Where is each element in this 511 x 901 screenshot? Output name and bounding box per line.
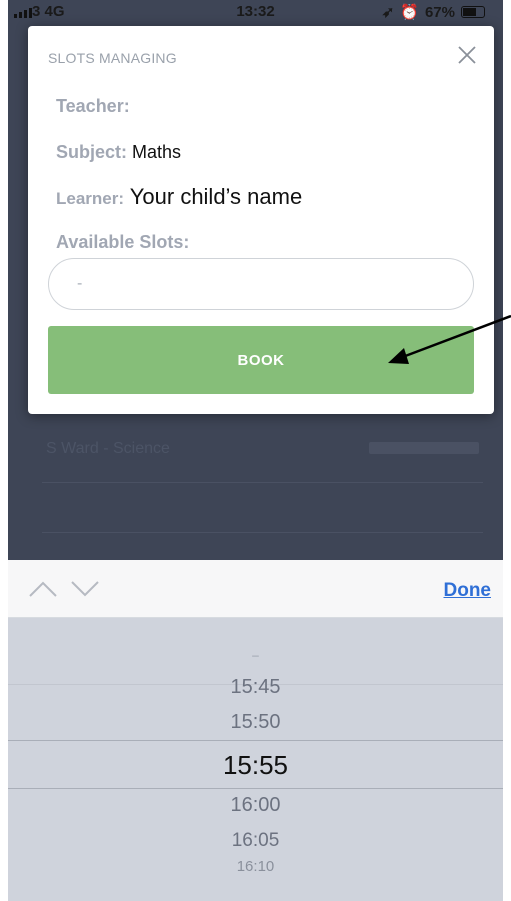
alarm-icon: ⏰ — [400, 4, 419, 21]
background-list-item: S Ward - Science — [46, 440, 170, 457]
book-button[interactable]: BOOK — [48, 326, 474, 394]
available-slots-row: Available Slots: — [56, 232, 189, 253]
available-slots-label: Available Slots: — [56, 232, 190, 252]
picker-item-selected[interactable]: 15:55 — [8, 750, 503, 781]
close-icon[interactable] — [456, 44, 478, 66]
subject-row: Subject: Maths — [56, 142, 181, 163]
slot-select-value: - — [77, 275, 83, 292]
learner-row: Learner: Your child’s name — [56, 184, 302, 210]
divider — [42, 482, 483, 483]
chevron-down-icon[interactable] — [70, 580, 100, 598]
slot-select-input[interactable]: - — [48, 258, 474, 310]
learner-label: Learner: — [56, 189, 125, 208]
modal-title: SLOTS MANAGING — [48, 50, 177, 66]
battery-icon — [461, 6, 485, 18]
picker-item[interactable]: 16:00 — [8, 794, 503, 817]
status-bar: 3 4G 13:32 ➶ ⏰ 67% — [8, 0, 503, 28]
location-icon: ➶ — [381, 4, 395, 21]
teacher-row: Teacher: — [56, 96, 130, 117]
teacher-label: Teacher: — [56, 96, 130, 116]
picker-item[interactable]: 15:50 — [8, 711, 503, 734]
time-picker-wheel[interactable]: – 15:45 15:50 15:55 16:00 16:05 16:10 — [8, 618, 503, 901]
subject-value: Maths — [132, 142, 182, 162]
subject-label: Subject: — [56, 142, 128, 162]
divider — [42, 532, 483, 533]
picker-item[interactable]: 15:45 — [8, 676, 503, 699]
slots-modal: SLOTS MANAGING Teacher: Subject: Maths L… — [28, 26, 494, 414]
picker-toolbar: Done — [8, 560, 503, 618]
picker-selection-line — [8, 788, 503, 789]
picker-item[interactable]: 16:10 — [8, 858, 503, 875]
learner-value: Your child’s name — [129, 184, 303, 209]
done-button[interactable]: Done — [444, 580, 492, 602]
picker-item[interactable]: 16:05 — [8, 830, 503, 852]
picker-item[interactable]: – — [8, 648, 503, 662]
background-list: S Ward - Science — [8, 420, 503, 560]
phone-screen: 3 4G 13:32 ➶ ⏰ 67% S Ward - Science SLOT… — [8, 0, 503, 901]
battery-percent: 67% — [424, 3, 455, 21]
background-list-item-detail — [369, 442, 479, 454]
picker-selection-line — [8, 740, 503, 741]
chevron-up-icon[interactable] — [28, 580, 58, 598]
